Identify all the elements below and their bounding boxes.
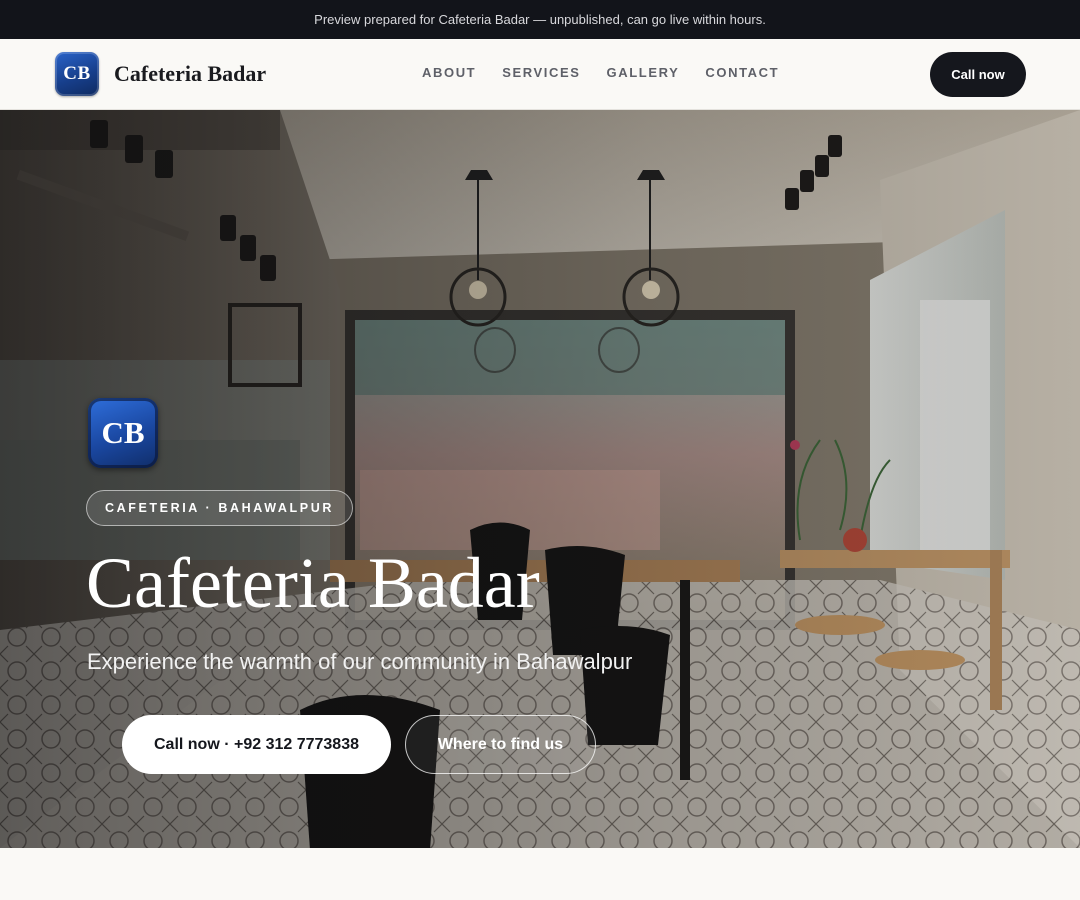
hero-title: Cafeteria Badar [86, 543, 540, 623]
logo-icon[interactable]: CB [55, 52, 99, 96]
header-call-button[interactable]: Call now [930, 52, 1026, 97]
site-header: CB Cafeteria Badar ABOUT SERVICES GALLER… [0, 39, 1080, 110]
brand-name[interactable]: Cafeteria Badar [114, 61, 266, 87]
logo-initials: CB [63, 63, 91, 84]
hero-logo-initials: CB [101, 415, 145, 450]
nav-link-services[interactable]: SERVICES [502, 65, 580, 80]
hero-eyebrow-badge: CAFETERIA · BAHAWALPUR [86, 490, 353, 526]
nav-link-contact[interactable]: CONTACT [705, 65, 779, 80]
hero-section: CB CAFETERIA · BAHAWALPUR Cafeteria Bada… [0, 110, 1080, 848]
hero-call-button[interactable]: Call now · +92 312 7773838 [122, 715, 391, 774]
hero-logo-icon: CB [88, 398, 158, 468]
nav-link-gallery[interactable]: GALLERY [607, 65, 680, 80]
hero-subtitle: Experience the warmth of our community i… [87, 649, 633, 674]
preview-banner-text: Preview prepared for Cafeteria Badar — u… [314, 12, 766, 27]
nav-link-about[interactable]: ABOUT [422, 65, 476, 80]
main-nav: ABOUT SERVICES GALLERY CONTACT [422, 65, 779, 80]
preview-banner: Preview prepared for Cafeteria Badar — u… [0, 0, 1080, 39]
hero-find-us-button[interactable]: Where to find us [405, 715, 596, 774]
